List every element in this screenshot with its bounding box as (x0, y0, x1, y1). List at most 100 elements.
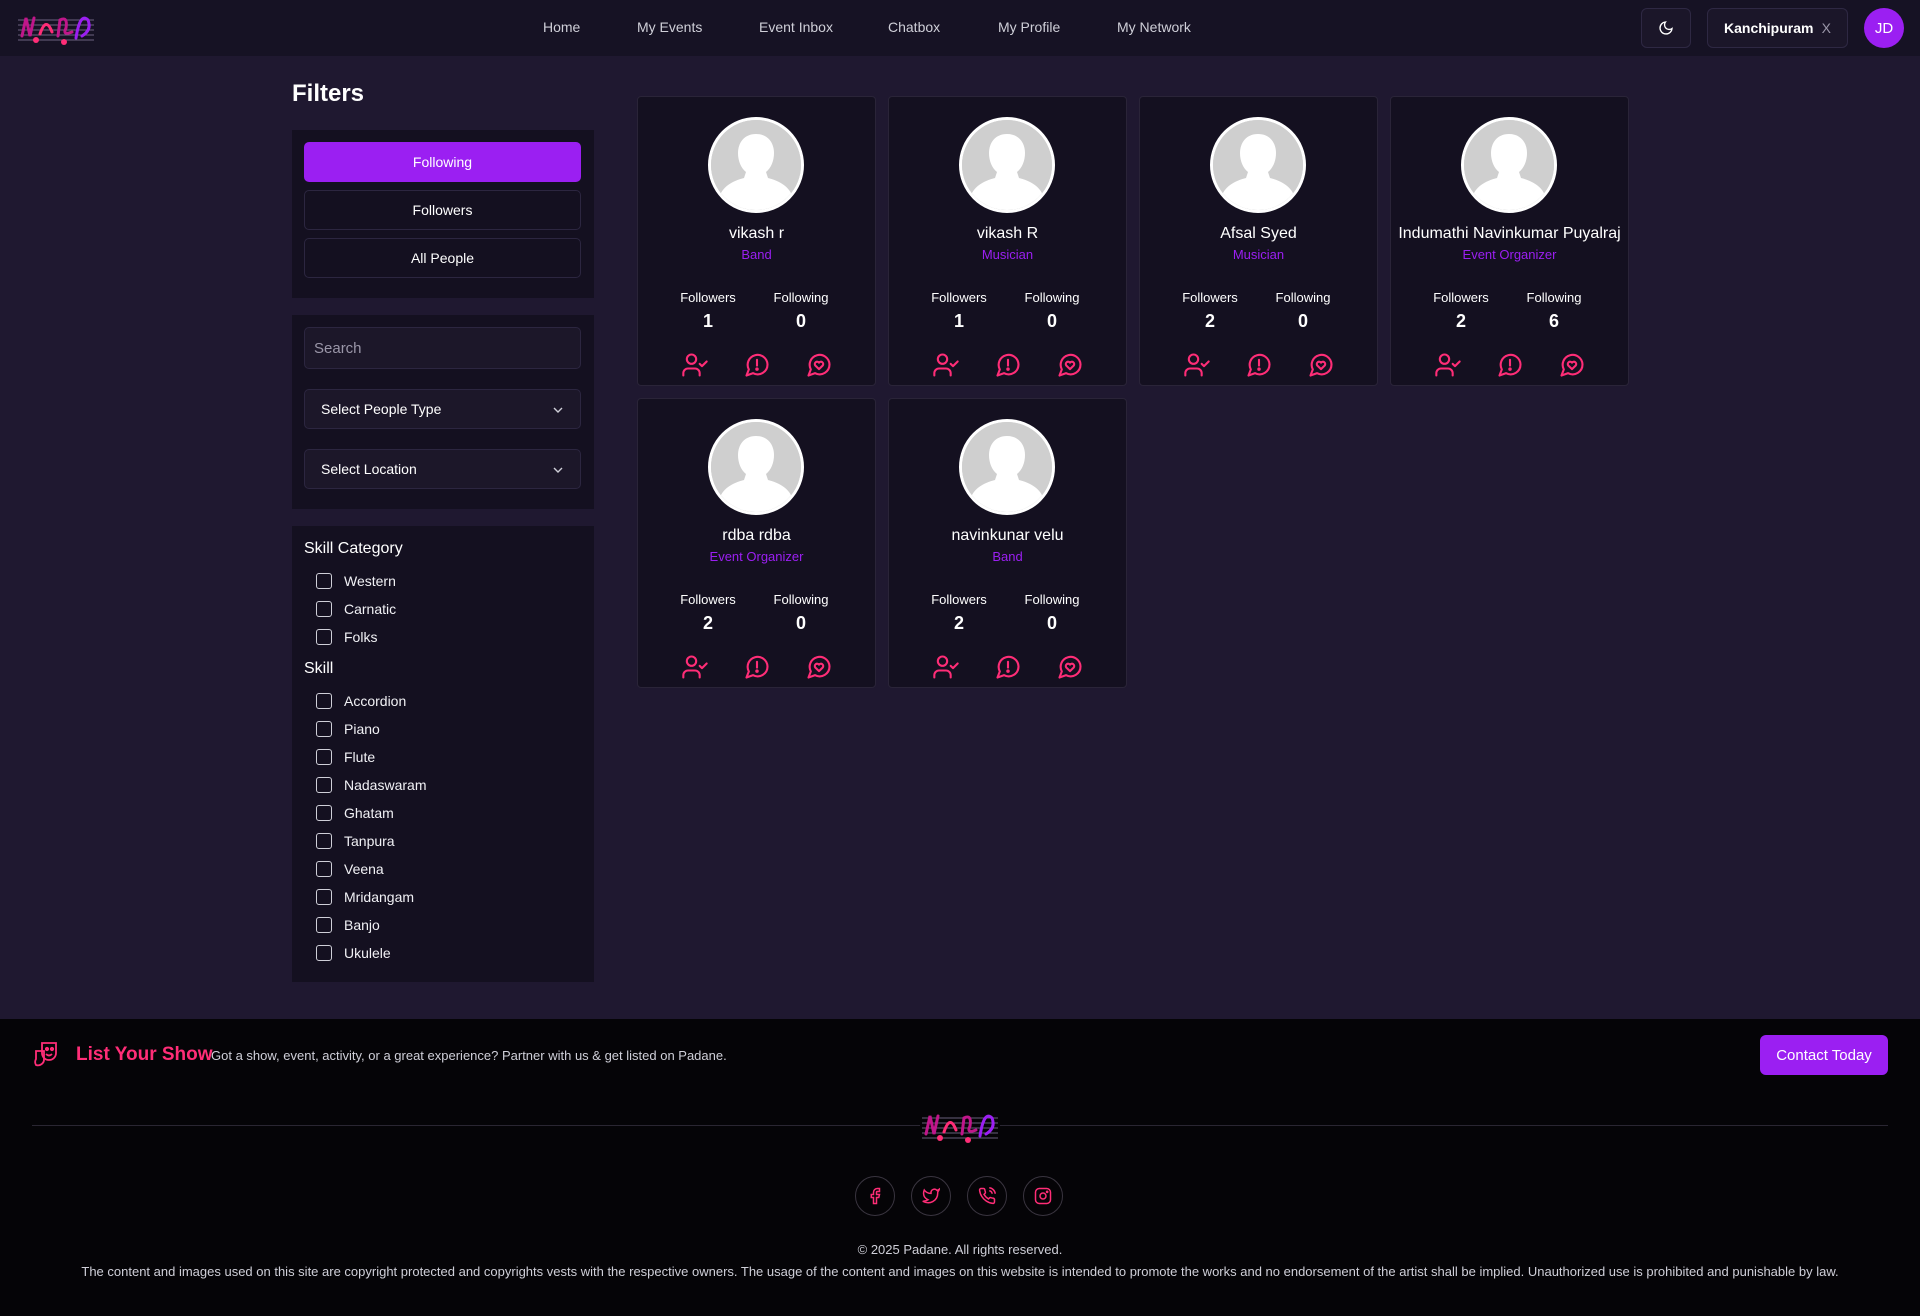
person-name[interactable]: vikash r (638, 225, 875, 243)
person-card[interactable]: Afsal Syed Musician Followers 2 Following 0 (1139, 96, 1378, 386)
report-button[interactable] (1244, 350, 1274, 380)
checkbox[interactable] (316, 777, 332, 793)
skill-checkbox-row[interactable]: Piano (316, 719, 380, 739)
checkbox[interactable] (316, 805, 332, 821)
report-button[interactable] (993, 652, 1023, 682)
person-name[interactable]: navinkunar velu (889, 527, 1126, 545)
chat-heart-button[interactable] (804, 350, 834, 380)
search-input[interactable] (304, 327, 581, 369)
skill-checkbox-row[interactable]: Accordion (316, 691, 406, 711)
location-select[interactable]: Select Location (304, 449, 581, 489)
following-count: 0 (795, 613, 806, 633)
profile-picture[interactable] (708, 117, 804, 213)
chat-heart-button[interactable] (1055, 652, 1085, 682)
profile-picture[interactable] (959, 117, 1055, 213)
theme-toggle-button[interactable] (1641, 8, 1691, 48)
checkbox[interactable] (316, 721, 332, 737)
person-card[interactable]: navinkunar velu Band Followers 2 Following 0 (888, 398, 1127, 688)
checkbox[interactable] (316, 693, 332, 709)
profile-picture[interactable] (1461, 117, 1557, 213)
facebook-link[interactable] (855, 1176, 895, 1216)
instagram-link[interactable] (1023, 1176, 1063, 1216)
skill-checkbox-row[interactable]: Mridangam (316, 887, 414, 907)
followers-stat[interactable]: Followers 2 (668, 592, 748, 634)
checkbox[interactable] (316, 833, 332, 849)
checkbox[interactable] (316, 917, 332, 933)
people-type-select[interactable]: Select People Type (304, 389, 581, 429)
checkbox[interactable] (316, 601, 332, 617)
skill-category-checkbox-row[interactable]: Carnatic (316, 599, 396, 619)
following-stat[interactable]: Following 0 (761, 290, 841, 332)
person-name[interactable]: Indumathi Navinkumar Puyalraj (1391, 225, 1628, 243)
user-check-button[interactable] (680, 350, 710, 380)
tab-followers[interactable]: Followers (304, 190, 581, 230)
person-role: Musician (981, 247, 1034, 262)
person-card[interactable]: vikash R Musician Followers 1 Following 0 (888, 96, 1127, 386)
profile-picture[interactable] (959, 419, 1055, 515)
nav-event-inbox[interactable]: Event Inbox (759, 19, 833, 35)
checkbox[interactable] (316, 861, 332, 877)
followers-stat[interactable]: Followers 2 (1170, 290, 1250, 332)
skill-checkbox-row[interactable]: Nadaswaram (316, 775, 426, 795)
skill-checkbox-row[interactable]: Ukulele (316, 943, 391, 963)
person-name[interactable]: vikash R (889, 225, 1126, 243)
chat-heart-button[interactable] (1306, 350, 1336, 380)
chat-heart-button[interactable] (804, 652, 834, 682)
profile-picture[interactable] (708, 419, 804, 515)
skill-checkbox-row[interactable]: Flute (316, 747, 375, 767)
twitter-link[interactable] (911, 1176, 951, 1216)
nav-my-events[interactable]: My Events (637, 19, 702, 35)
skill-checkbox-row[interactable]: Ghatam (316, 803, 394, 823)
following-stat[interactable]: Following 6 (1514, 290, 1594, 332)
nav-my-network[interactable]: My Network (1117, 19, 1191, 35)
user-check-button[interactable] (680, 652, 710, 682)
checkbox[interactable] (316, 945, 332, 961)
nav-chatbox[interactable]: Chatbox (888, 19, 940, 35)
chat-heart-button[interactable] (1055, 350, 1085, 380)
following-stat[interactable]: Following 0 (1012, 290, 1092, 332)
followers-count: 2 (953, 613, 964, 633)
person-card[interactable]: vikash r Band Followers 1 Following 0 (637, 96, 876, 386)
chat-heart-button[interactable] (1557, 350, 1587, 380)
following-stat[interactable]: Following 0 (1012, 592, 1092, 634)
person-card[interactable]: rdba rdba Event Organizer Followers 2 Follow… (637, 398, 876, 688)
user-check-button[interactable] (931, 652, 961, 682)
skill-checkbox-row[interactable]: Tanpura (316, 831, 395, 851)
contact-today-button[interactable]: Contact Today (1760, 1035, 1888, 1075)
footer-logo[interactable] (920, 1104, 1000, 1148)
user-check-button[interactable] (931, 350, 961, 380)
person-card[interactable]: Indumathi Navinkumar Puyalraj Event Organ… (1390, 96, 1629, 386)
tab-following[interactable]: Following (304, 142, 581, 182)
followers-stat[interactable]: Followers 2 (919, 592, 999, 634)
avatar[interactable]: JD (1864, 8, 1904, 48)
followers-stat[interactable]: Followers 1 (919, 290, 999, 332)
following-stat[interactable]: Following 0 (1263, 290, 1343, 332)
report-button[interactable] (1495, 350, 1525, 380)
followers-stat[interactable]: Followers 1 (668, 290, 748, 332)
checkbox[interactable] (316, 573, 332, 589)
skill-checkbox-row[interactable]: Banjo (316, 915, 380, 935)
checkbox[interactable] (316, 889, 332, 905)
skill-category-checkbox-row[interactable]: Folks (316, 627, 377, 647)
report-button[interactable] (742, 652, 772, 682)
phone-link[interactable] (967, 1176, 1007, 1216)
report-button[interactable] (742, 350, 772, 380)
following-count: 0 (795, 311, 806, 331)
profile-picture[interactable] (1210, 117, 1306, 213)
skill-category-checkbox-row[interactable]: Western (316, 571, 396, 591)
close-icon[interactable]: X (1822, 20, 1831, 36)
report-button[interactable] (993, 350, 1023, 380)
nav-home[interactable]: Home (543, 19, 580, 35)
tab-all-people[interactable]: All People (304, 238, 581, 278)
nav-my-profile[interactable]: My Profile (998, 19, 1060, 35)
followers-label: Followers (931, 592, 987, 607)
checkbox[interactable] (316, 629, 332, 645)
person-name[interactable]: Afsal Syed (1140, 225, 1377, 243)
followers-stat[interactable]: Followers 2 (1421, 290, 1501, 332)
skill-checkbox-row[interactable]: Veena (316, 859, 384, 879)
user-check-button[interactable] (1433, 350, 1463, 380)
person-name[interactable]: rdba rdba (638, 527, 875, 545)
user-check-button[interactable] (1182, 350, 1212, 380)
checkbox[interactable] (316, 749, 332, 765)
following-stat[interactable]: Following 0 (761, 592, 841, 634)
